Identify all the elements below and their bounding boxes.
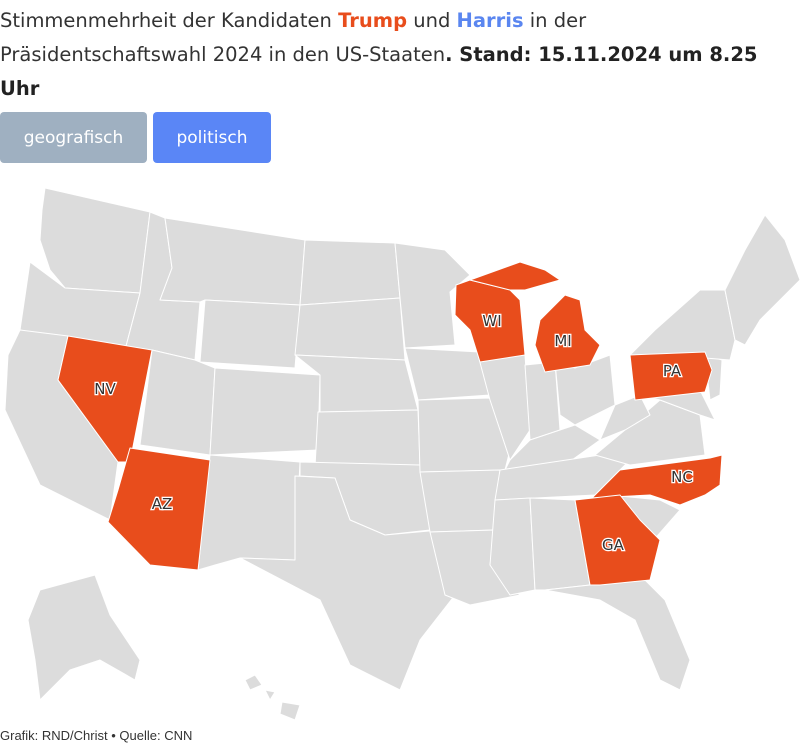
state-nd[interactable] xyxy=(299,239,401,306)
label-pa: PA xyxy=(663,362,682,380)
state-ia[interactable] xyxy=(404,347,491,401)
label-mi: MI xyxy=(554,332,571,350)
label-nv: NV xyxy=(94,380,116,398)
state-sd[interactable] xyxy=(294,297,406,361)
state-fl[interactable] xyxy=(544,574,691,691)
state-nm[interactable] xyxy=(197,454,301,571)
state-ks[interactable] xyxy=(314,409,421,468)
state-wa[interactable] xyxy=(39,187,151,294)
state-hi[interactable] xyxy=(244,674,301,720)
label-wi: WI xyxy=(482,312,501,330)
state-co[interactable] xyxy=(209,367,321,456)
state-in[interactable] xyxy=(524,361,561,441)
label-ga: GA xyxy=(602,536,625,554)
tab-geografisch[interactable]: geografisch xyxy=(0,112,147,163)
title-text-1: Stimmenmehrheit der Kandidaten xyxy=(0,9,339,32)
title-text-2: und xyxy=(407,9,457,32)
state-wy[interactable] xyxy=(199,299,301,369)
state-ar[interactable] xyxy=(419,469,501,533)
label-az: AZ xyxy=(152,495,173,513)
state-new-england[interactable] xyxy=(724,214,800,346)
us-map: NV AZ WI MI PA NC GA xyxy=(0,180,800,720)
title-trump: Trump xyxy=(338,9,408,32)
state-ut[interactable] xyxy=(139,349,216,456)
chart-title: Stimmenmehrheit der Kandidaten Trump und… xyxy=(0,4,796,106)
state-ak[interactable] xyxy=(27,574,141,701)
tab-politisch[interactable]: politisch xyxy=(153,112,271,163)
label-nc: NC xyxy=(671,468,693,486)
state-mt[interactable] xyxy=(159,217,306,306)
state-ny[interactable] xyxy=(629,289,736,361)
source-footer: Grafik: RND/Christ • Quelle: CNN xyxy=(0,728,193,743)
us-map-svg: NV AZ WI MI PA NC GA xyxy=(4,187,800,720)
title-harris: Harris xyxy=(456,9,524,32)
view-tabs: geografisch politisch xyxy=(0,112,271,163)
